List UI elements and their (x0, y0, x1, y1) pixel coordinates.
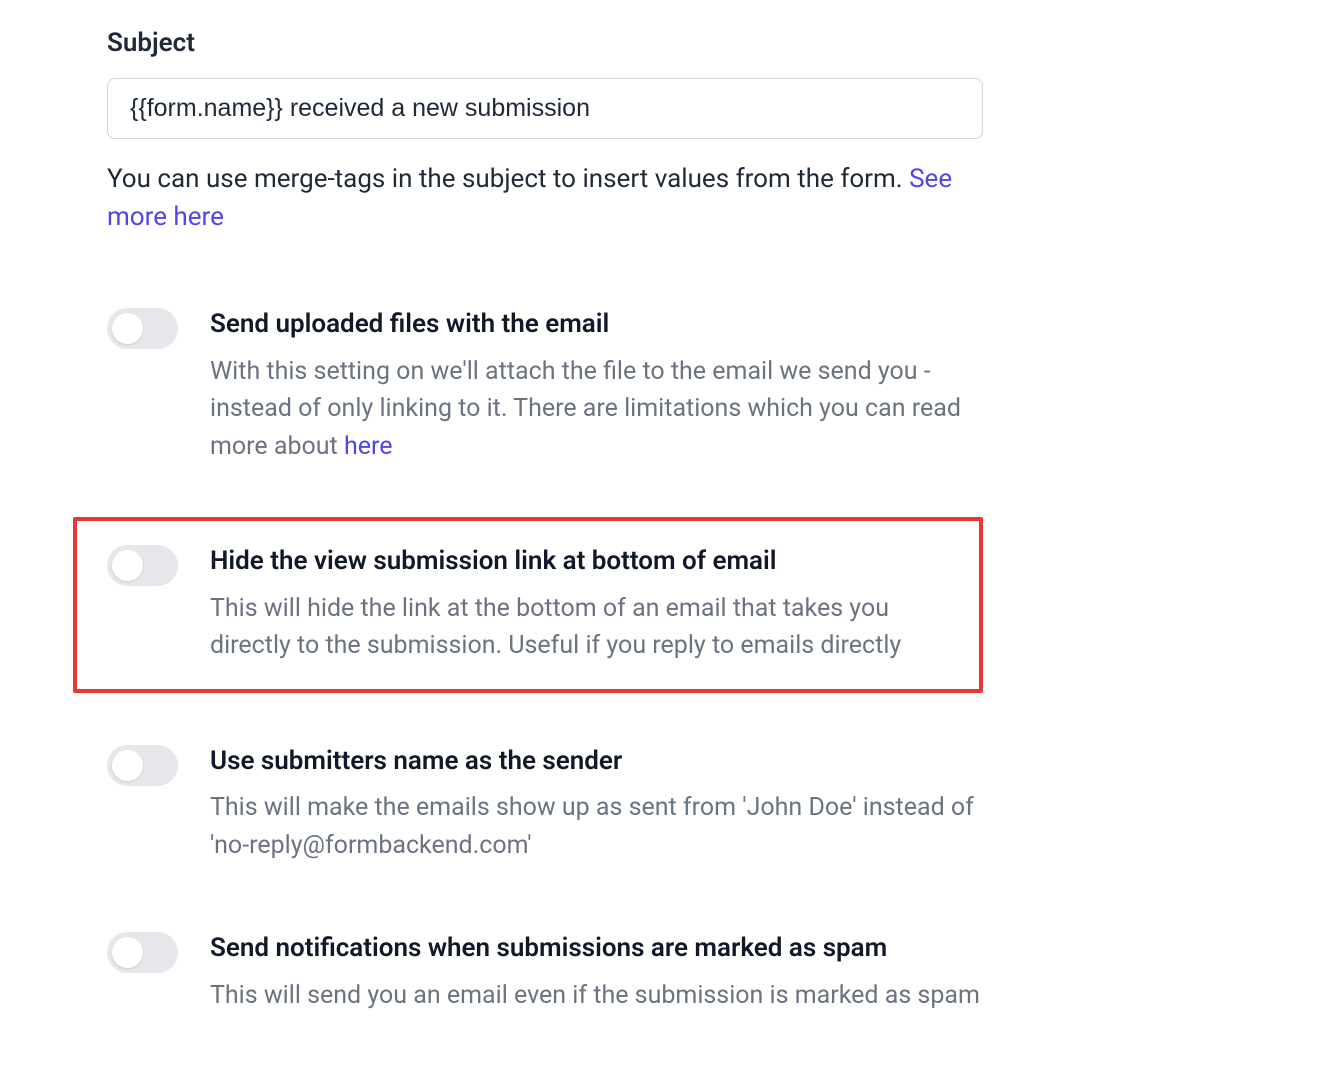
toggle-desc-attach-files-text: With this setting on we'll attach the fi… (210, 357, 961, 461)
toggle-row-spam-notify: Send notifications when submissions are … (107, 920, 983, 1026)
toggle-title-hide-link: Hide the view submission link at bottom … (210, 545, 961, 578)
toggle-knob (112, 937, 143, 968)
toggle-title-sender-name: Use submitters name as the sender (210, 745, 983, 778)
toggle-body-attach-files: Send uploaded files with the email With … (210, 308, 983, 465)
subject-helper-text: You can use merge-tags in the subject to… (107, 164, 909, 194)
toggle-body-hide-link: Hide the view submission link at bottom … (210, 545, 961, 665)
subject-helper: You can use merge-tags in the subject to… (107, 161, 983, 236)
toggle-title-spam-notify: Send notifications when submissions are … (210, 932, 983, 965)
toggle-sender-name[interactable] (107, 745, 178, 786)
toggle-spam-notify[interactable] (107, 932, 178, 973)
toggle-row-hide-link: Hide the view submission link at bottom … (73, 517, 983, 693)
toggle-row-sender-name: Use submitters name as the sender This w… (107, 733, 983, 877)
toggle-title-attach-files: Send uploaded files with the email (210, 308, 983, 341)
toggle-hide-link[interactable] (107, 545, 178, 586)
toggle-knob (112, 750, 143, 781)
subject-label: Subject (107, 28, 983, 58)
toggle-desc-attach-files: With this setting on we'll attach the fi… (210, 353, 983, 466)
toggle-desc-hide-link: This will hide the link at the bottom of… (210, 590, 961, 665)
toggle-desc-attach-files-link[interactable]: here (344, 432, 393, 461)
toggle-row-attach-files: Send uploaded files with the email With … (107, 296, 983, 477)
subject-input[interactable] (107, 78, 983, 139)
toggle-body-sender-name: Use submitters name as the sender This w… (210, 745, 983, 865)
toggle-attach-files[interactable] (107, 308, 178, 349)
toggle-desc-spam-notify: This will send you an email even if the … (210, 977, 983, 1015)
toggle-body-spam-notify: Send notifications when submissions are … (210, 932, 983, 1014)
toggle-knob (112, 550, 143, 581)
toggle-knob (112, 313, 143, 344)
toggle-desc-sender-name: This will make the emails show up as sen… (210, 789, 983, 864)
